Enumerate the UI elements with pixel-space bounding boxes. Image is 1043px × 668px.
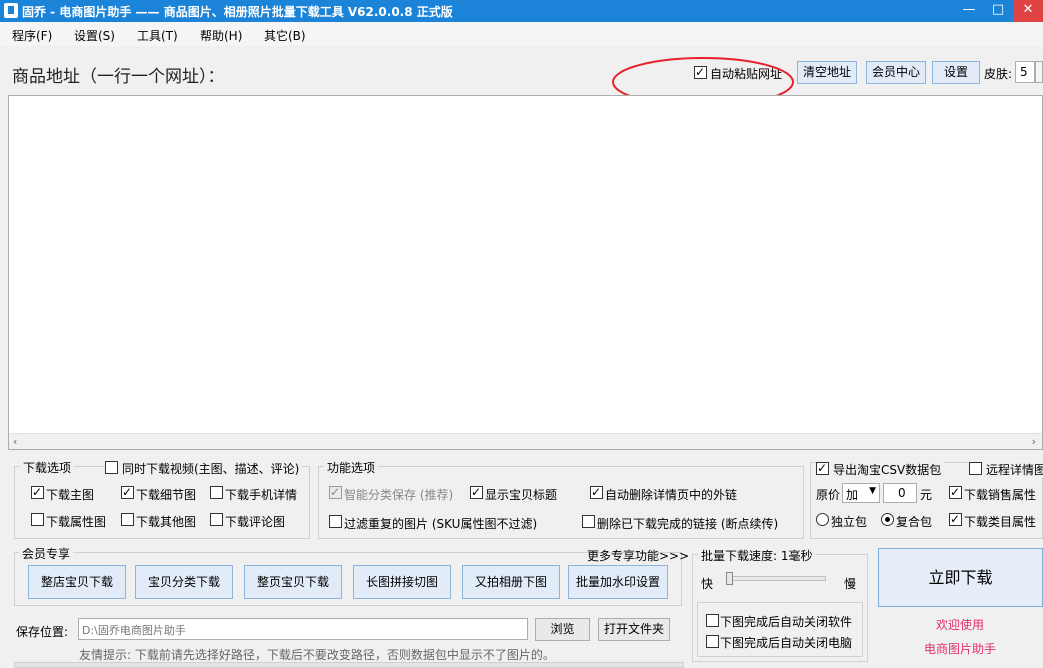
download-other-label: 下载其他图: [136, 515, 197, 529]
sales-attr-checkbox[interactable]: [949, 484, 962, 500]
speed-slider-track[interactable]: [726, 576, 826, 581]
delete-done-label: 删除已下载完成的链接 (断点续传): [597, 517, 779, 531]
welcome-line-2: 电商图片助手: [924, 642, 997, 656]
member-title: 会员专享: [19, 545, 74, 562]
auto-remove-links-checkbox[interactable]: [590, 484, 603, 500]
delete-done-checkbox[interactable]: [582, 515, 595, 528]
welcome-line-1: 欢迎使用: [936, 618, 985, 632]
menu-program[interactable]: 程序(F): [12, 27, 52, 44]
simul-video-label: 同时下载视频(主图、描述、评论): [119, 460, 303, 477]
close-app-label: 下图完成后自动关闭软件: [720, 615, 853, 629]
price-unit: 元: [920, 488, 933, 502]
maximize-button[interactable]: □: [984, 0, 1012, 22]
scroll-left-icon[interactable]: ‹: [13, 435, 17, 448]
download-review-checkbox[interactable]: [210, 513, 223, 526]
clear-urls-button[interactable]: 清空地址: [797, 61, 857, 84]
download-main-checkbox[interactable]: [31, 484, 44, 500]
price-op-value: 加: [846, 488, 859, 502]
download-mobile-detail-checkbox[interactable]: [210, 486, 223, 499]
single-pack-label: 独立包: [831, 515, 868, 529]
close-app-checkbox[interactable]: [706, 614, 719, 627]
show-title-checkbox[interactable]: [470, 484, 483, 500]
chevron-down-icon: ▼: [869, 486, 876, 496]
download-detail-checkbox[interactable]: [121, 484, 134, 500]
open-folder-button[interactable]: 打开文件夹: [598, 618, 670, 641]
export-csv-label: 导出淘宝CSV数据包: [830, 461, 945, 478]
category-download-button[interactable]: 宝贝分类下载: [135, 565, 233, 599]
skin-input[interactable]: 5: [1015, 61, 1035, 83]
window-title: 固乔 - 电商图片助手 —— 商品图片、相册照片批量下载工具 V62.0.0.8…: [22, 5, 453, 19]
category-attr-checkbox[interactable]: [949, 511, 962, 527]
save-path-input[interactable]: D:\固乔电商图片助手: [78, 618, 528, 640]
friendly-tip: 友情提示: 下载前请先选择好路径，下载后不要改变路径，否则数据包中显示不了图片的…: [79, 648, 555, 662]
download-attr-checkbox[interactable]: [31, 513, 44, 526]
minimize-button[interactable]: —: [955, 0, 983, 22]
menu-bar: 程序(F) 设置(S) 工具(T) 帮助(H) 其它(B): [0, 22, 1043, 46]
save-location-label: 保存位置:: [16, 625, 69, 639]
skin-label: 皮肤:: [984, 67, 1013, 81]
menu-help[interactable]: 帮助(H): [200, 27, 242, 44]
download-attr-label: 下载属性图: [46, 515, 107, 529]
download-review-label: 下载评论图: [225, 515, 286, 529]
combined-pack-radio[interactable]: [881, 513, 894, 526]
speed-fast-label: 快: [701, 577, 714, 591]
price-op-select[interactable]: 加 ▼: [842, 483, 880, 503]
browse-button[interactable]: 浏览: [535, 618, 590, 641]
auto-remove-links-label: 自动删除详情页中的外链: [605, 488, 738, 502]
close-button[interactable]: ✕: [1013, 0, 1043, 22]
sales-attr-label: 下载销售属性: [964, 488, 1037, 502]
app-icon: [4, 3, 18, 18]
skin-spinner[interactable]: [1035, 61, 1043, 83]
remote-detail-checkbox[interactable]: [969, 462, 982, 475]
speed-slider-thumb[interactable]: [726, 572, 733, 585]
function-options-title: 功能选项: [324, 459, 379, 476]
download-other-checkbox[interactable]: [121, 513, 134, 526]
horizontal-scrollbar[interactable]: ‹ ›: [9, 433, 1042, 449]
menu-other[interactable]: 其它(B): [264, 27, 306, 44]
title-bar: 固乔 - 电商图片助手 —— 商品图片、相册照片批量下载工具 V62.0.0.8…: [0, 0, 1043, 22]
member-center-button[interactable]: 会员中心: [866, 61, 926, 84]
combined-pack-label: 复合包: [896, 515, 933, 529]
speed-title: 批量下载速度: 1毫秒: [698, 547, 816, 564]
single-pack-radio[interactable]: [816, 513, 829, 526]
filter-dup-label: 过滤重复的图片 (SKU属性图不过滤): [344, 517, 538, 531]
scroll-right-icon[interactable]: ›: [1032, 435, 1036, 448]
download-detail-label: 下载细节图: [136, 488, 197, 502]
speed-slow-label: 慢: [844, 577, 857, 591]
price-value-input[interactable]: 0: [883, 483, 917, 503]
watermark-button[interactable]: 批量加水印设置: [568, 565, 668, 599]
more-features-link[interactable]: 更多专享功能>>>: [587, 547, 689, 564]
url-label: 商品地址（一行一个网址）：: [12, 67, 225, 87]
show-title-label: 显示宝贝标题: [485, 488, 558, 502]
smart-save-label: 智能分类保存 (推荐): [344, 488, 454, 502]
status-bar: [14, 662, 684, 668]
long-image-button[interactable]: 长图拼接切图: [353, 565, 451, 599]
shop-download-button[interactable]: 整店宝贝下载: [28, 565, 126, 599]
download-options-title: 下载选项: [20, 459, 75, 476]
smart-save-checkbox[interactable]: [329, 484, 342, 500]
page-download-button[interactable]: 整页宝贝下载: [244, 565, 342, 599]
remote-detail-label: 远程详情图: [983, 461, 1043, 478]
price-label: 原价: [816, 488, 841, 502]
youpai-album-button[interactable]: 又拍相册下图: [462, 565, 560, 599]
export-csv-checkbox[interactable]: [816, 460, 829, 476]
settings-button[interactable]: 设置: [932, 61, 980, 84]
simul-video-checkbox[interactable]: [105, 461, 118, 474]
url-textarea[interactable]: ‹ ›: [8, 95, 1043, 450]
filter-dup-checkbox[interactable]: [329, 515, 342, 528]
menu-settings[interactable]: 设置(S): [74, 27, 115, 44]
shutdown-checkbox[interactable]: [706, 635, 719, 648]
download-main-label: 下载主图: [46, 488, 95, 502]
menu-tools[interactable]: 工具(T): [137, 27, 178, 44]
download-mobile-detail-label: 下载手机详情: [225, 488, 298, 502]
download-now-button[interactable]: 立即下载: [878, 548, 1043, 607]
category-attr-label: 下载类目属性: [964, 515, 1037, 529]
shutdown-label: 下图完成后自动关闭电脑: [720, 636, 853, 650]
